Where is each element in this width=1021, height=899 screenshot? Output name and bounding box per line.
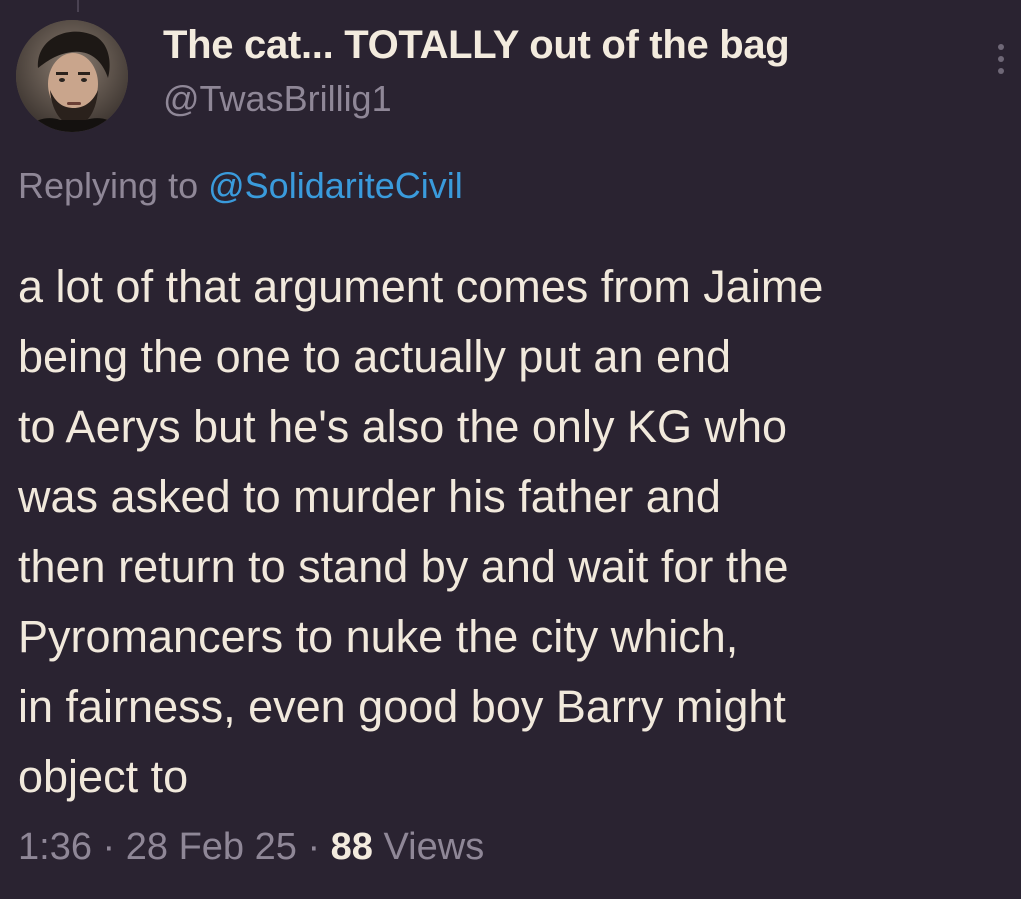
- tweet-date[interactable]: 28 Feb 25: [126, 826, 297, 868]
- more-vertical-icon: [998, 44, 1004, 50]
- meta-separator: ·: [296, 826, 331, 868]
- replying-to-line: Replying to @SolidariteCivil: [18, 165, 463, 207]
- views-label: Views: [372, 826, 485, 868]
- tweet-card[interactable]: The cat... TOTALLY out of the bag @TwasB…: [0, 0, 1021, 899]
- thread-connector-line: [77, 0, 79, 12]
- tweet-meta: 1:36 · 28 Feb 25 · 88 Views: [18, 826, 484, 869]
- reply-mention-link[interactable]: @SolidariteCivil: [208, 165, 463, 206]
- user-handle[interactable]: @TwasBrillig1: [163, 78, 392, 120]
- tweet-body-line: to Aerys but he's also the only KG who: [18, 401, 788, 452]
- tweet-time[interactable]: 1:36: [18, 826, 92, 868]
- meta-separator: ·: [91, 826, 126, 868]
- avatar-photo: [16, 20, 128, 132]
- display-name[interactable]: The cat... TOTALLY out of the bag: [163, 23, 790, 68]
- tweet-body-line: a lot of that argument comes from Jaime: [18, 261, 824, 312]
- tweet-body-line: was asked to murder his father and: [18, 471, 721, 522]
- tweet-body-line: object to: [18, 751, 189, 802]
- more-vertical-icon-dot: [998, 68, 1004, 74]
- avatar[interactable]: [16, 20, 128, 132]
- more-options-button[interactable]: [989, 44, 1013, 88]
- tweet-body-line: Pyromancers to nuke the city which,: [18, 611, 739, 662]
- views-count[interactable]: 88: [331, 826, 373, 868]
- tweet-body-line: in fairness, even good boy Barry might: [18, 681, 786, 732]
- replying-to-label: Replying to: [18, 165, 199, 206]
- tweet-body-line: being the one to actually put an end: [18, 331, 732, 382]
- tweet-body: a lot of that argument comes from Jaime …: [18, 252, 1018, 812]
- more-vertical-icon-dot: [998, 56, 1004, 62]
- tweet-body-line: then return to stand by and wait for the: [18, 541, 789, 592]
